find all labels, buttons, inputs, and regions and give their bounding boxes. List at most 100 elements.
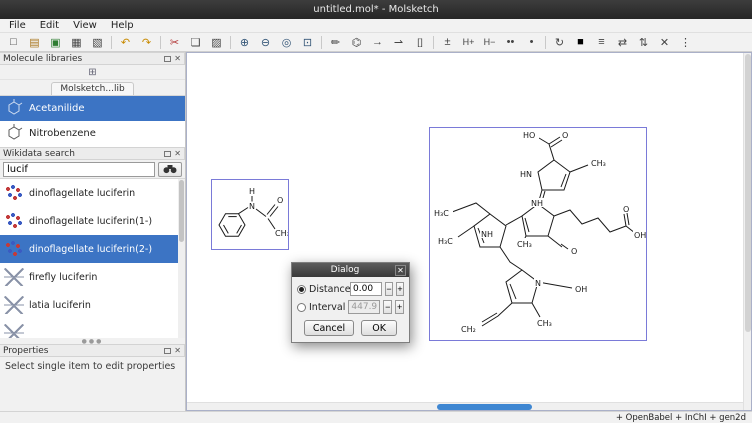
cancel-button[interactable]: Cancel [304, 320, 354, 336]
undo[interactable]: ↶ [115, 34, 136, 51]
scrollbar-thumb[interactable] [179, 180, 184, 242]
library-item[interactable]: Nitrobenzene [0, 121, 185, 146]
wikidata-search-button[interactable] [158, 162, 182, 177]
hydrogen-remove-tool[interactable]: H− [479, 34, 500, 51]
hydrogen-add-tool[interactable]: H+ [458, 34, 479, 51]
atom-label: OH [634, 231, 646, 240]
wikidata-list-scrollbar[interactable] [178, 179, 185, 338]
canvas-horizontal-scrollbar[interactable] [187, 402, 743, 410]
interval-radio[interactable] [297, 303, 306, 312]
open-file[interactable]: ▤ [24, 34, 45, 51]
interval-label: Interval [309, 302, 345, 313]
menu-item[interactable]: View [66, 20, 104, 31]
menu-item[interactable]: Edit [33, 20, 66, 31]
icon-glyph: ❏ [191, 36, 201, 49]
drawing-canvas[interactable]: H N O CH₃ [186, 52, 752, 411]
icon-glyph: ⊡ [303, 36, 312, 49]
library-item[interactable]: Acetanilide [0, 96, 185, 121]
scrollbar-thumb[interactable] [745, 54, 751, 332]
wikidata-search-input[interactable] [3, 162, 155, 177]
cut[interactable]: ✂ [164, 34, 185, 51]
wikidata-result-label: dinoflagellate luciferin [29, 188, 135, 199]
print[interactable]: ▦ [66, 34, 87, 51]
atom-label: HN [520, 170, 532, 179]
save[interactable]: ▣ [45, 34, 66, 51]
copy[interactable]: ❏ [185, 34, 206, 51]
lone-pair-tool[interactable]: •• [500, 34, 521, 51]
scrollbar-thumb[interactable] [437, 404, 532, 410]
flip-vertical[interactable]: ⇅ [633, 34, 654, 51]
dialog-close-icon[interactable]: ✕ [395, 265, 406, 276]
close-panel-icon[interactable]: ✕ [174, 347, 181, 355]
dialog-titlebar[interactable]: Dialog ✕ [292, 263, 409, 277]
zoom-in[interactable]: ⊕ [234, 34, 255, 51]
wikidata-result-item[interactable]: firefly luciferin [0, 263, 185, 291]
zoom-fit[interactable]: ⊡ [297, 34, 318, 51]
interval-decrement-button[interactable]: − [383, 300, 392, 314]
icon-glyph: ⋮ [680, 36, 691, 49]
float-panel-icon[interactable] [164, 56, 171, 62]
panel-header-molecule-libraries[interactable]: Molecule libraries ✕ [0, 52, 185, 65]
export-image[interactable]: ▧ [87, 34, 108, 51]
flip-horizontal[interactable]: ⇄ [612, 34, 633, 51]
icon-glyph: ▧ [92, 36, 102, 49]
wikidata-result-item[interactable]: latia luciferin [0, 291, 185, 319]
wikidata-result-item[interactable]: dinoflagellate luciferin(2-) [0, 235, 185, 263]
molecule-thumbnail [4, 240, 24, 258]
separator[interactable] [430, 34, 437, 51]
separator[interactable] [157, 34, 164, 51]
wikidata-result-item[interactable] [0, 319, 185, 338]
atom-label: N [535, 279, 541, 288]
separator[interactable] [318, 34, 325, 51]
delete-tool[interactable]: ✕ [654, 34, 675, 51]
canvas-vertical-scrollbar[interactable] [743, 53, 751, 410]
new-document[interactable]: □ [3, 34, 24, 51]
paste[interactable]: ▨ [206, 34, 227, 51]
icon-glyph: ↻ [555, 36, 564, 49]
distance-input[interactable] [350, 282, 382, 296]
atom-label: O [277, 196, 283, 205]
mechanism-arrow-tool[interactable]: ⇀ [388, 34, 409, 51]
ring-tool[interactable]: ⌬ [346, 34, 367, 51]
ok-button[interactable]: OK [361, 320, 397, 336]
close-panel-icon[interactable]: ✕ [174, 150, 181, 158]
wikidata-result-label: dinoflagellate luciferin(2-) [29, 244, 152, 255]
atom-label: H₃C [438, 237, 453, 246]
icon-glyph: ⊖ [261, 36, 270, 49]
titlebar[interactable]: untitled.mol* - Molsketch [0, 0, 752, 19]
menu-item[interactable]: File [2, 20, 33, 31]
rotate-tool[interactable]: ↻ [549, 34, 570, 51]
separator[interactable] [542, 34, 549, 51]
zoom-out[interactable]: ⊖ [255, 34, 276, 51]
icon-glyph: ⇅ [639, 36, 648, 49]
align-tool[interactable]: ⋮ [675, 34, 696, 51]
draw-tool[interactable]: ✏ [325, 34, 346, 51]
luciferin-molecule[interactable]: HO O CH₃ HN NH NH H₃C H₃C [430, 128, 646, 340]
radical-tool[interactable]: • [521, 34, 542, 51]
menu-item[interactable]: Help [104, 20, 141, 31]
wikidata-result-item[interactable]: dinoflagellate luciferin(1-) [0, 207, 185, 235]
distance-increment-button[interactable]: + [396, 282, 404, 296]
line-width[interactable]: ≡ [591, 34, 612, 51]
wikidata-result-item[interactable]: dinoflagellate luciferin [0, 179, 185, 207]
bracket-tool[interactable]: [ ] [409, 34, 430, 51]
float-panel-icon[interactable] [164, 151, 171, 157]
color-picker[interactable]: ■ [570, 34, 591, 51]
reaction-arrow-tool[interactable]: → [367, 34, 388, 51]
close-panel-icon[interactable]: ✕ [174, 55, 181, 63]
acetanilide-molecule[interactable]: H N O CH₃ [212, 180, 288, 249]
tab-molsketch-lib[interactable]: Molsketch...lib [51, 82, 133, 95]
distance-decrement-button[interactable]: − [385, 282, 393, 296]
panel-header-properties[interactable]: Properties ✕ [0, 344, 185, 357]
open-library-button[interactable]: ⊞ [82, 67, 102, 78]
panel-header-wikidata-search[interactable]: Wikidata search ✕ [0, 147, 185, 160]
separator[interactable] [227, 34, 234, 51]
charge-tool[interactable]: ± [437, 34, 458, 51]
interval-increment-button[interactable]: + [395, 300, 404, 314]
redo[interactable]: ↷ [136, 34, 157, 51]
separator[interactable] [108, 34, 115, 51]
distance-radio[interactable] [297, 285, 306, 294]
zoom-original[interactable]: ◎ [276, 34, 297, 51]
float-panel-icon[interactable] [164, 348, 171, 354]
panel-title: Properties [3, 346, 164, 356]
